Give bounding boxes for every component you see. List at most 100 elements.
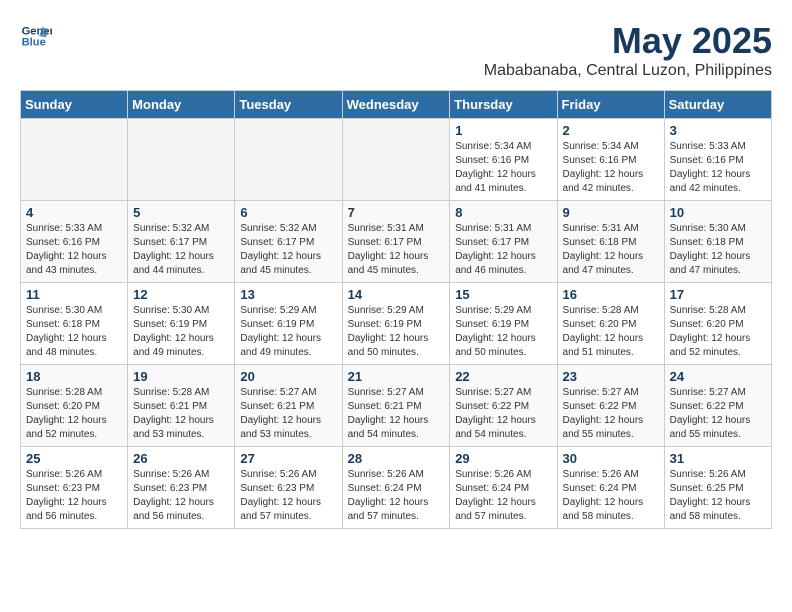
calendar-cell: [128, 119, 235, 201]
day-number: 20: [240, 369, 336, 384]
logo-icon: General Blue: [20, 20, 52, 52]
day-info: Sunrise: 5:30 AMSunset: 6:18 PMDaylight:…: [670, 222, 766, 278]
subtitle: Mababanaba, Central Luzon, Philippines: [484, 62, 772, 80]
day-info: Sunrise: 5:27 AMSunset: 6:21 PMDaylight:…: [240, 386, 336, 442]
day-number: 25: [26, 451, 122, 466]
calendar-cell: 8 Sunrise: 5:31 AMSunset: 6:17 PMDaylight…: [450, 201, 557, 283]
calendar-cell: 25 Sunrise: 5:26 AMSunset: 6:23 PMDayligh…: [21, 447, 128, 529]
calendar-cell: 3 Sunrise: 5:33 AMSunset: 6:16 PMDaylight…: [664, 119, 771, 201]
day-number: 12: [133, 287, 229, 302]
calendar-cell: 20 Sunrise: 5:27 AMSunset: 6:21 PMDayligh…: [235, 365, 342, 447]
calendar-cell: 7 Sunrise: 5:31 AMSunset: 6:17 PMDaylight…: [342, 201, 450, 283]
header-thursday: Thursday: [450, 91, 557, 119]
calendar-cell: 4Sunrise: 5:33 AMSunset: 6:16 PMDaylight…: [21, 201, 128, 283]
day-number: 3: [670, 123, 766, 138]
calendar-cell: 12 Sunrise: 5:30 AMSunset: 6:19 PMDayligh…: [128, 283, 235, 365]
day-info: Sunrise: 5:29 AMSunset: 6:19 PMDaylight:…: [455, 304, 551, 360]
day-info: Sunrise: 5:26 AMSunset: 6:24 PMDaylight:…: [563, 468, 659, 524]
day-info: Sunrise: 5:27 AMSunset: 6:22 PMDaylight:…: [455, 386, 551, 442]
day-number: 30: [563, 451, 659, 466]
calendar-header-row: SundayMondayTuesdayWednesdayThursdayFrid…: [21, 91, 772, 119]
logo: General Blue: [20, 20, 52, 52]
day-number: 5: [133, 205, 229, 220]
header-tuesday: Tuesday: [235, 91, 342, 119]
day-number: 27: [240, 451, 336, 466]
day-info: Sunrise: 5:30 AMSunset: 6:19 PMDaylight:…: [133, 304, 229, 360]
calendar-cell: 19 Sunrise: 5:28 AMSunset: 6:21 PMDayligh…: [128, 365, 235, 447]
day-number: 22: [455, 369, 551, 384]
day-info: Sunrise: 5:26 AMSunset: 6:24 PMDaylight:…: [348, 468, 445, 524]
header: General Blue May 2025 Mababanaba, Centra…: [20, 20, 772, 80]
calendar-cell: 29 Sunrise: 5:26 AMSunset: 6:24 PMDayligh…: [450, 447, 557, 529]
calendar-cell: 18Sunrise: 5:28 AMSunset: 6:20 PMDayligh…: [21, 365, 128, 447]
week-row-1: 1Sunrise: 5:34 AMSunset: 6:16 PMDaylight…: [21, 119, 772, 201]
day-info: Sunrise: 5:30 AMSunset: 6:18 PMDaylight:…: [26, 304, 122, 360]
calendar-cell: 24 Sunrise: 5:27 AMSunset: 6:22 PMDayligh…: [664, 365, 771, 447]
header-wednesday: Wednesday: [342, 91, 450, 119]
day-number: 7: [348, 205, 445, 220]
day-info: Sunrise: 5:29 AMSunset: 6:19 PMDaylight:…: [240, 304, 336, 360]
calendar-cell: 2 Sunrise: 5:34 AMSunset: 6:16 PMDaylight…: [557, 119, 664, 201]
day-info: Sunrise: 5:28 AMSunset: 6:20 PMDaylight:…: [670, 304, 766, 360]
calendar-cell: 21Sunrise: 5:27 AMSunset: 6:21 PMDayligh…: [342, 365, 450, 447]
calendar-cell: 28 Sunrise: 5:26 AMSunset: 6:24 PMDayligh…: [342, 447, 450, 529]
day-number: 28: [348, 451, 445, 466]
day-info: Sunrise: 5:26 AMSunset: 6:24 PMDaylight:…: [455, 468, 551, 524]
header-sunday: Sunday: [21, 91, 128, 119]
day-number: 19: [133, 369, 229, 384]
day-info: Sunrise: 5:26 AMSunset: 6:25 PMDaylight:…: [670, 468, 766, 524]
day-info: Sunrise: 5:33 AMSunset: 6:16 PMDaylight:…: [670, 140, 766, 196]
calendar-cell: [21, 119, 128, 201]
calendar-cell: 10 Sunrise: 5:30 AMSunset: 6:18 PMDayligh…: [664, 201, 771, 283]
week-row-3: 11 Sunrise: 5:30 AMSunset: 6:18 PMDayligh…: [21, 283, 772, 365]
calendar-cell: [342, 119, 450, 201]
day-info: Sunrise: 5:26 AMSunset: 6:23 PMDaylight:…: [133, 468, 229, 524]
day-number: 8: [455, 205, 551, 220]
day-info: Sunrise: 5:28 AMSunset: 6:20 PMDaylight:…: [563, 304, 659, 360]
day-info: Sunrise: 5:27 AMSunset: 6:21 PMDaylight:…: [348, 386, 445, 442]
day-number: 31: [670, 451, 766, 466]
calendar-cell: 16 Sunrise: 5:28 AMSunset: 6:20 PMDayligh…: [557, 283, 664, 365]
day-number: 29: [455, 451, 551, 466]
day-info: Sunrise: 5:32 AMSunset: 6:17 PMDaylight:…: [240, 222, 336, 278]
day-info: Sunrise: 5:34 AMSunset: 6:16 PMDaylight:…: [455, 140, 551, 196]
day-number: 24: [670, 369, 766, 384]
day-info: Sunrise: 5:28 AMSunset: 6:20 PMDaylight:…: [26, 386, 122, 442]
calendar-cell: 30 Sunrise: 5:26 AMSunset: 6:24 PMDayligh…: [557, 447, 664, 529]
title-area: May 2025 Mababanaba, Central Luzon, Phil…: [484, 20, 772, 80]
calendar-cell: 14 Sunrise: 5:29 AMSunset: 6:19 PMDayligh…: [342, 283, 450, 365]
calendar-cell: 15Sunrise: 5:29 AMSunset: 6:19 PMDayligh…: [450, 283, 557, 365]
calendar-cell: 22 Sunrise: 5:27 AMSunset: 6:22 PMDayligh…: [450, 365, 557, 447]
day-info: Sunrise: 5:26 AMSunset: 6:23 PMDaylight:…: [26, 468, 122, 524]
day-info: Sunrise: 5:31 AMSunset: 6:17 PMDaylight:…: [455, 222, 551, 278]
header-saturday: Saturday: [664, 91, 771, 119]
day-info: Sunrise: 5:27 AMSunset: 6:22 PMDaylight:…: [563, 386, 659, 442]
calendar-cell: 6Sunrise: 5:32 AMSunset: 6:17 PMDaylight…: [235, 201, 342, 283]
day-info: Sunrise: 5:33 AMSunset: 6:16 PMDaylight:…: [26, 222, 122, 278]
week-row-4: 18Sunrise: 5:28 AMSunset: 6:20 PMDayligh…: [21, 365, 772, 447]
day-number: 13: [240, 287, 336, 302]
main-title: May 2025: [484, 20, 772, 62]
day-info: Sunrise: 5:32 AMSunset: 6:17 PMDaylight:…: [133, 222, 229, 278]
day-number: 26: [133, 451, 229, 466]
calendar-cell: 1Sunrise: 5:34 AMSunset: 6:16 PMDaylight…: [450, 119, 557, 201]
calendar-cell: 5 Sunrise: 5:32 AMSunset: 6:17 PMDaylight…: [128, 201, 235, 283]
day-info: Sunrise: 5:27 AMSunset: 6:22 PMDaylight:…: [670, 386, 766, 442]
day-info: Sunrise: 5:34 AMSunset: 6:16 PMDaylight:…: [563, 140, 659, 196]
day-info: Sunrise: 5:28 AMSunset: 6:21 PMDaylight:…: [133, 386, 229, 442]
calendar-cell: 31 Sunrise: 5:26 AMSunset: 6:25 PMDayligh…: [664, 447, 771, 529]
day-number: 16: [563, 287, 659, 302]
day-number: 17: [670, 287, 766, 302]
day-number: 23: [563, 369, 659, 384]
calendar-cell: 26 Sunrise: 5:26 AMSunset: 6:23 PMDayligh…: [128, 447, 235, 529]
week-row-5: 25 Sunrise: 5:26 AMSunset: 6:23 PMDayligh…: [21, 447, 772, 529]
day-info: Sunrise: 5:29 AMSunset: 6:19 PMDaylight:…: [348, 304, 445, 360]
day-number: 2: [563, 123, 659, 138]
calendar-cell: 17 Sunrise: 5:28 AMSunset: 6:20 PMDayligh…: [664, 283, 771, 365]
day-number: 11: [26, 287, 122, 302]
day-number: 14: [348, 287, 445, 302]
calendar-cell: 23 Sunrise: 5:27 AMSunset: 6:22 PMDayligh…: [557, 365, 664, 447]
day-number: 10: [670, 205, 766, 220]
calendar-cell: 9Sunrise: 5:31 AMSunset: 6:18 PMDaylight…: [557, 201, 664, 283]
day-info: Sunrise: 5:31 AMSunset: 6:17 PMDaylight:…: [348, 222, 445, 278]
